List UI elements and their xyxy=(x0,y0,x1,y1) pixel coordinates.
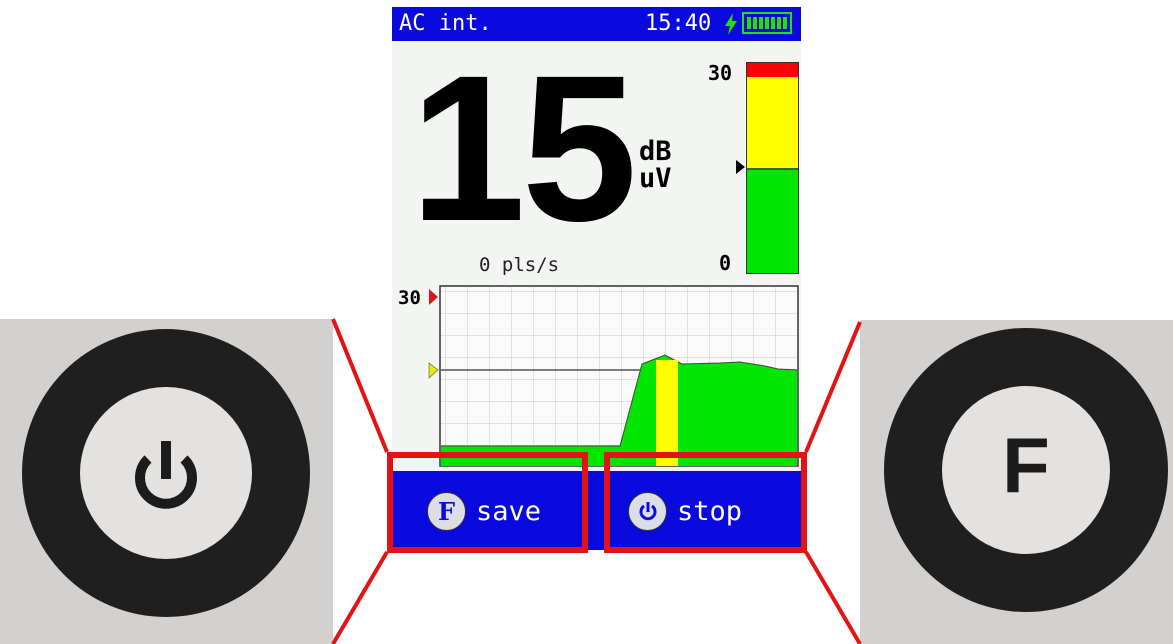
battery-icon xyxy=(742,12,792,34)
charging-icon xyxy=(725,13,737,35)
unit-db: dB xyxy=(639,136,672,167)
clock: 15:40 xyxy=(645,11,712,36)
level-marker-icon xyxy=(736,160,745,174)
level-bar-line xyxy=(747,168,798,170)
unit-uv: uV xyxy=(639,163,672,194)
level-bar-green-level xyxy=(747,169,798,273)
bar-max-label: 30 xyxy=(708,61,733,85)
reading-value: 15 xyxy=(410,33,637,265)
history-graph xyxy=(428,285,799,467)
level-bar-yellow-zone xyxy=(747,77,798,169)
pulse-rate: 0 pls/s xyxy=(479,254,560,276)
save-callout-box xyxy=(387,452,588,553)
graph-max-label: 30 xyxy=(398,287,421,309)
stop-callout-box xyxy=(604,452,807,553)
level-bar xyxy=(746,62,799,274)
bar-min-label: 0 xyxy=(719,251,732,275)
level-bar-red-zone xyxy=(747,63,798,77)
